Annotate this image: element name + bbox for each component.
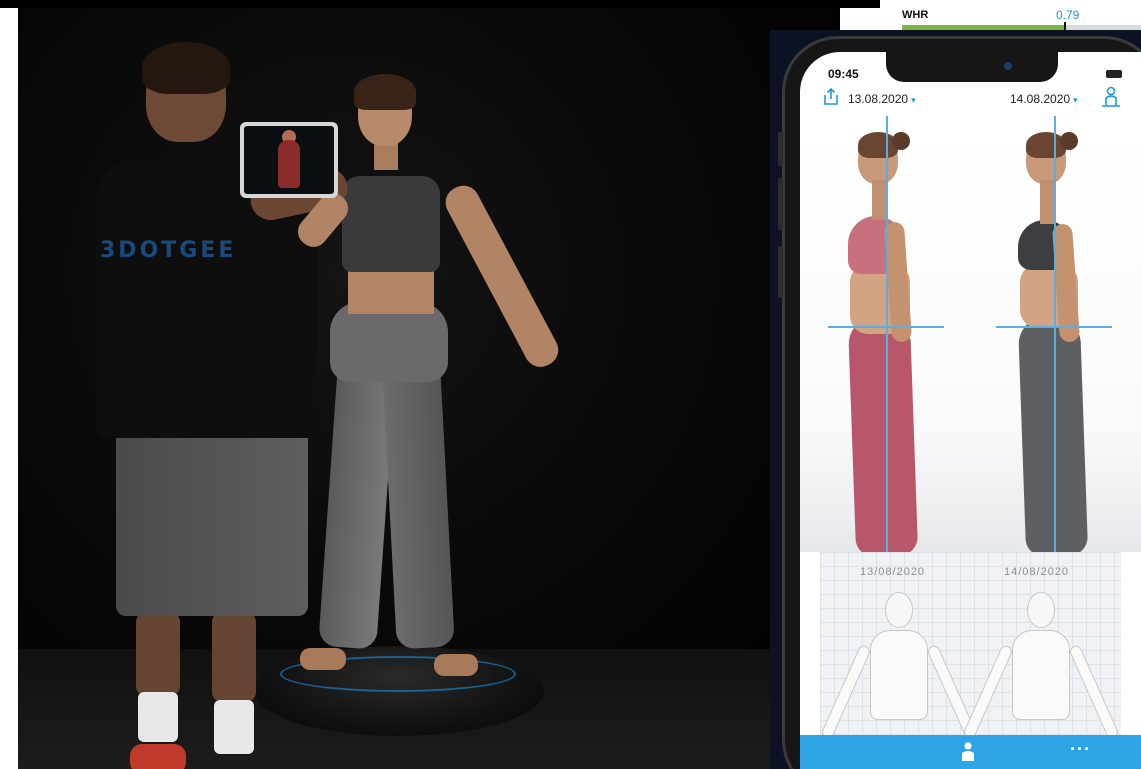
chevron-down-icon: ▾ <box>911 95 916 105</box>
woman-foot-right <box>434 654 478 676</box>
scan-photo: 3DOTGEE <box>18 8 840 769</box>
mesh-torso <box>870 630 928 720</box>
mesh-head <box>885 592 913 628</box>
woman-torso <box>348 270 434 314</box>
mesh-arm <box>1068 643 1120 741</box>
mesh-arm <box>820 643 872 741</box>
woman-foot-left <box>300 648 346 670</box>
phone-mute-button <box>778 132 783 166</box>
phone-volume-down-button <box>778 246 783 298</box>
avatar-comparison-viewer[interactable] <box>800 116 1141 572</box>
phone-volume-up-button <box>778 178 783 230</box>
date-left-label: 13.08.2020 <box>848 92 909 106</box>
avatar-right-bun <box>1060 132 1078 150</box>
tablet-screen <box>244 126 334 194</box>
battery-icon <box>1106 70 1122 78</box>
man-shorts <box>116 420 308 616</box>
date-selector-left[interactable]: 13.08.2020 ▾ <box>848 92 916 106</box>
shirt-logo-text: 3DOTGEE <box>100 238 237 263</box>
avatar-right-leggings <box>1017 314 1089 558</box>
whr-label: WHR <box>902 9 929 21</box>
date-selector-right[interactable]: 14.08.2020 ▾ <box>1010 92 1078 106</box>
man-hair <box>142 42 230 94</box>
man-sock-left <box>138 692 178 742</box>
status-time: 09:45 <box>828 67 859 81</box>
body-scan-icon[interactable] <box>1100 86 1122 108</box>
scene-top-bar <box>0 0 880 8</box>
chevron-down-icon: ▾ <box>1073 95 1078 105</box>
guide-line-vertical-right <box>1054 116 1056 552</box>
woman-hips <box>330 302 448 382</box>
guide-line-vertical-left <box>886 116 888 552</box>
mesh-head <box>1027 592 1055 628</box>
mesh-comparison-panel[interactable]: 13/08/2020 14/08/2020 <box>820 552 1121 742</box>
guide-line-horizontal-right <box>996 326 1112 328</box>
woman-hair <box>354 74 416 110</box>
mesh-avatar-left <box>820 592 978 752</box>
man-leg-left <box>136 612 180 696</box>
more-icon[interactable]: ··· <box>1070 739 1091 760</box>
mesh-avatar-right <box>962 592 1120 752</box>
man-leg-right <box>212 612 256 702</box>
guide-line-horizontal-left <box>828 326 944 328</box>
avatar-left-leggings <box>847 314 919 558</box>
bottom-tab-bar: ··· <box>800 735 1141 769</box>
man-shoe <box>130 744 186 769</box>
date-right-label: 14.08.2020 <box>1010 92 1071 106</box>
mesh-date-left: 13/08/2020 <box>860 566 926 578</box>
share-icon[interactable] <box>822 88 840 106</box>
front-camera <box>1004 62 1012 70</box>
mesh-arm <box>962 643 1014 741</box>
phone-notch <box>886 52 1058 82</box>
whr-value: 0.79 <box>1056 8 1080 22</box>
held-tablet <box>240 122 338 198</box>
woman-arm-right <box>439 180 564 373</box>
body-scan-icon[interactable] <box>958 741 978 763</box>
man-sock-right <box>214 700 254 754</box>
mesh-torso <box>1012 630 1070 720</box>
tablet-figure <box>278 140 300 188</box>
avatar-left-bun <box>892 132 910 150</box>
woman-sports-top <box>342 176 440 272</box>
phone-screen: 09:45 13.08.2020▾ 14.08.2020▾ + <box>800 52 1141 769</box>
mesh-date-right: 14/08/2020 <box>1004 566 1070 578</box>
